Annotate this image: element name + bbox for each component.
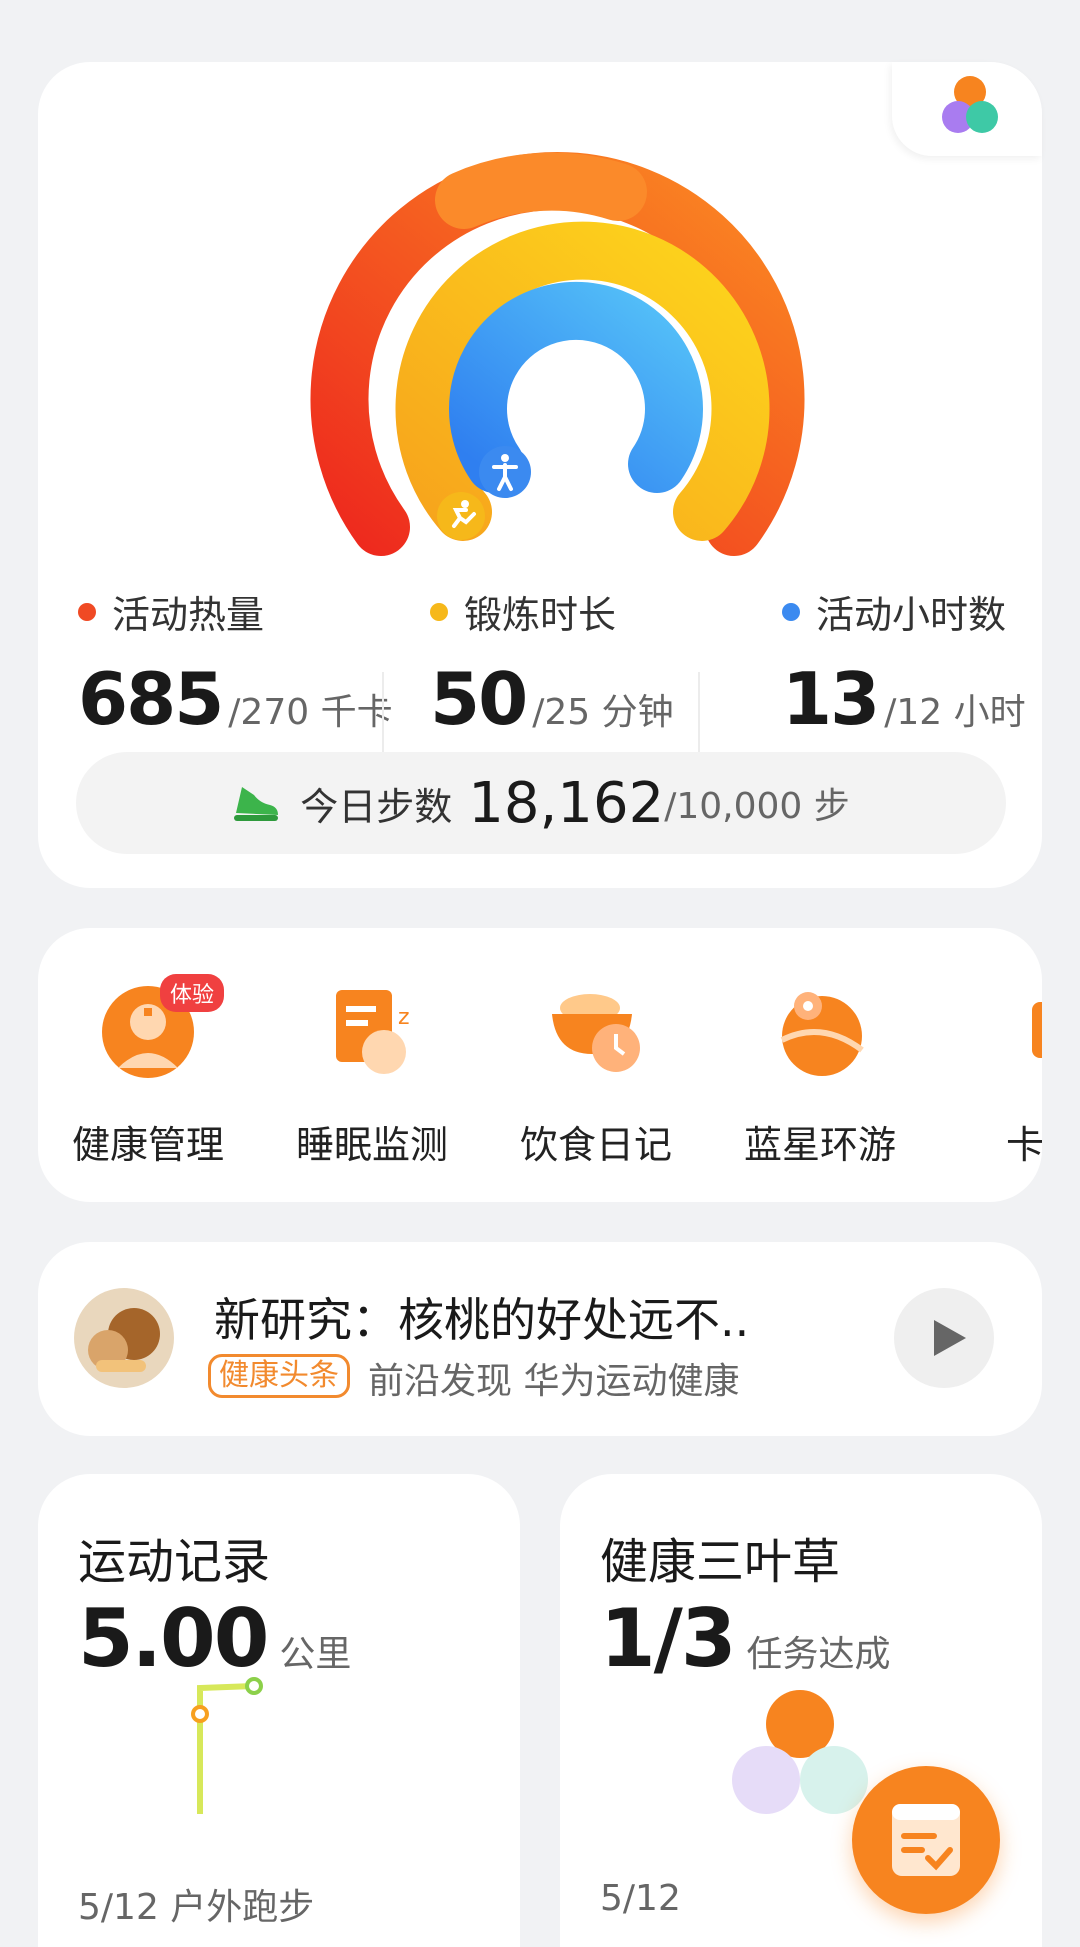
shortcut-sleep[interactable]: z 睡眠监测 (272, 980, 472, 1169)
clover-date: 5/12 (600, 1878, 681, 1919)
shortcut-label: 饮食日记 (519, 1123, 672, 1167)
metric-label: 活动热量 (112, 593, 265, 637)
shortcut-label: 蓝星环游 (743, 1123, 896, 1167)
shortcut-label: 健康管理 (71, 1123, 224, 1167)
distance-unit: 公里 (279, 1634, 352, 1675)
summary-toggle-button[interactable] (892, 62, 1042, 156)
news-card[interactable]: 新研究：核桃的好处远不.. 健康头条 前沿发现 华为运动健康 (38, 1242, 1042, 1436)
steps-goal: /10,000 步 (664, 786, 850, 827)
steps-value: 18,162 (468, 770, 665, 836)
news-source: 前沿发现 华为运动健康 (368, 1361, 740, 1402)
exercise-record-card[interactable]: 运动记录 5.00 公里 5/12 户外跑步 (38, 1474, 520, 1947)
divider (698, 672, 700, 762)
trial-badge: 体验 (160, 974, 225, 1012)
person-standing-icon (479, 446, 531, 498)
activity-rings-card[interactable]: 活动热量 685/270 千卡 锻炼时长 50/25 分钟 活动小时数 13/1… (38, 62, 1042, 888)
metric-value: 50 (430, 657, 528, 741)
metric-label: 锻炼时长 (464, 593, 617, 637)
calories-dot (78, 602, 96, 621)
distance-value: 5.00 (78, 1592, 269, 1685)
divider (382, 672, 384, 762)
news-tag: 健康头条 (208, 1354, 350, 1398)
metric-label: 活动小时数 (816, 593, 1007, 637)
metric-active-hours[interactable]: 活动小时数 13/12 小时 (782, 584, 1026, 741)
card-icon: K (992, 980, 1042, 1084)
running-icon (437, 492, 485, 540)
sneaker-icon (234, 787, 279, 821)
stand-ring (449, 281, 703, 493)
metric-exercise[interactable]: 锻炼时长 50/25 分钟 (430, 584, 674, 741)
record-date: 5/12 户外跑步 (78, 1887, 315, 1928)
shortcut-diet[interactable]: 饮食日记 (496, 980, 696, 1169)
activity-rings (310, 152, 805, 562)
shortcut-label: 卡卡 (1005, 1123, 1042, 1167)
metric-goal: /12 小时 (884, 692, 1026, 733)
flame-icon (415, 529, 444, 562)
metric-value: 685 (78, 657, 224, 741)
exercise-dot (430, 602, 448, 621)
globe-pin-icon (768, 980, 872, 1084)
doctor-icon: 体验 (96, 974, 225, 1084)
route-map-icon (191, 1677, 263, 1814)
shortcut-health-management[interactable]: 体验 健康管理 (48, 974, 248, 1169)
shortcuts-card: 体验 健康管理 z 睡眠监测 饮食日记 蓝星环游 K 卡卡 (38, 928, 1042, 1202)
task-unit: 任务达成 (746, 1634, 891, 1675)
news-title: 新研究：核桃的好处远不.. (214, 1293, 750, 1347)
steps-label: 今日步数 (300, 784, 453, 829)
stand-dot (782, 602, 800, 621)
shortcut-kaka[interactable]: K 卡卡 (944, 980, 1042, 1169)
card-title: 运动记录 (78, 1534, 271, 1590)
metric-calories[interactable]: 活动热量 685/270 千卡 (78, 584, 393, 741)
shortcut-label: 睡眠监测 (295, 1123, 448, 1167)
svg-text:z: z (398, 1005, 410, 1030)
sleep-icon: z (320, 980, 424, 1084)
task-value: 1/3 (600, 1592, 737, 1685)
checklist-icon (892, 1804, 960, 1876)
clover-icon (942, 76, 998, 133)
shortcut-blue-planet[interactable]: 蓝星环游 (720, 980, 920, 1169)
metric-value: 13 (782, 657, 880, 741)
meal-clock-icon (544, 980, 648, 1084)
card-title: 健康三叶草 (600, 1534, 841, 1590)
metric-goal: /270 千卡 (228, 692, 393, 733)
news-thumbnail (74, 1288, 174, 1388)
play-button[interactable] (894, 1288, 994, 1388)
calories-ring-overlap (435, 152, 647, 229)
steps-summary[interactable]: 今日步数 18,162 /10,000 步 (76, 752, 1006, 854)
task-fab-button[interactable] (852, 1766, 1000, 1914)
metric-goal: /25 分钟 (532, 692, 674, 733)
